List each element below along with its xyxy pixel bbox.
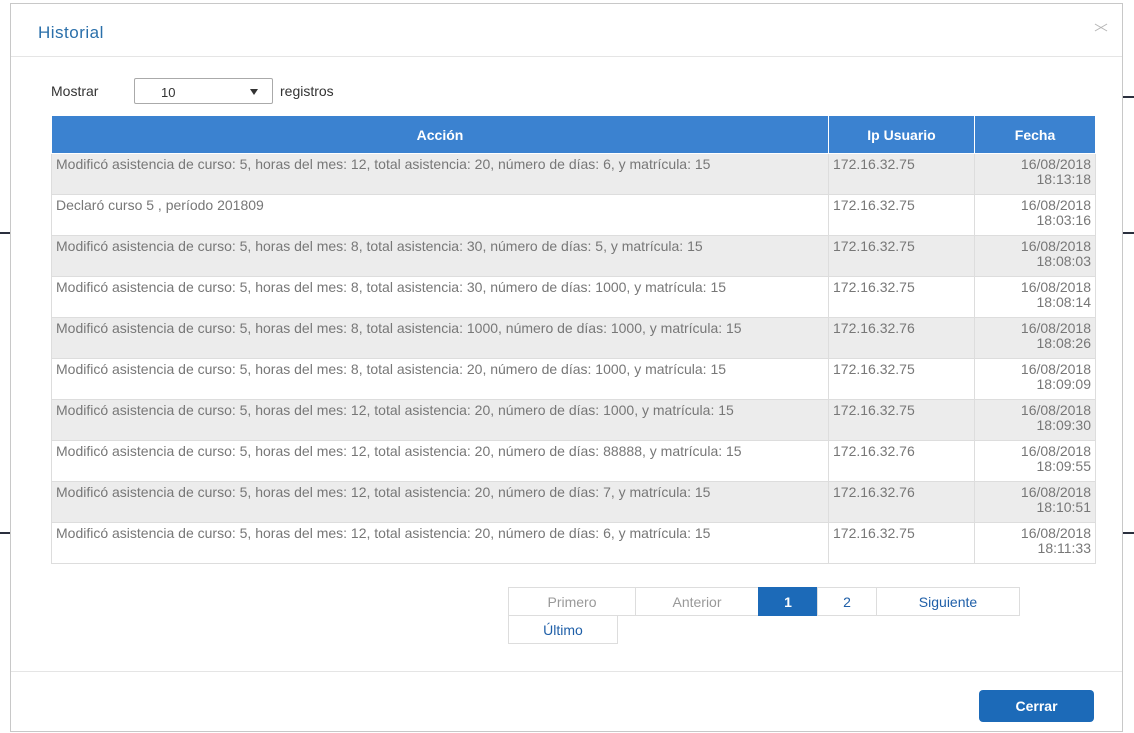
chevron-down-icon bbox=[250, 89, 258, 95]
backdrop-line bbox=[1122, 232, 1134, 234]
cell-accion: Modificó asistencia de curso: 5, horas d… bbox=[51, 522, 829, 564]
cell-fecha: 16/08/2018 18:09:09 bbox=[974, 358, 1096, 400]
cell-fecha: 16/08/2018 18:10:51 bbox=[974, 481, 1096, 523]
cell-fecha: 16/08/2018 18:09:55 bbox=[974, 440, 1096, 482]
length-prefix-label: Mostrar bbox=[51, 83, 99, 99]
close-icon[interactable] bbox=[1094, 20, 1108, 34]
table-row: Modificó asistencia de curso: 5, horas d… bbox=[51, 358, 1096, 400]
table-row: Modificó asistencia de curso: 5, horas d… bbox=[51, 317, 1096, 359]
backdrop-line bbox=[0, 232, 10, 234]
backdrop-line bbox=[1122, 532, 1134, 534]
page-2-button[interactable]: 2 bbox=[817, 587, 877, 616]
page-length-value: 10 bbox=[161, 85, 176, 100]
cell-ip: 172.16.32.75 bbox=[828, 276, 975, 318]
cell-ip: 172.16.32.76 bbox=[828, 317, 975, 359]
cell-ip: 172.16.32.76 bbox=[828, 440, 975, 482]
cell-fecha: 16/08/2018 18:08:03 bbox=[974, 235, 1096, 277]
cell-ip: 172.16.32.75 bbox=[828, 522, 975, 564]
table-row: Modificó asistencia de curso: 5, horas d… bbox=[51, 153, 1096, 195]
page-1-button[interactable]: 1 bbox=[758, 587, 818, 616]
table-header-row: Acción Ip Usuario Fecha bbox=[51, 115, 1096, 154]
cell-accion: Modificó asistencia de curso: 5, horas d… bbox=[51, 235, 829, 277]
table-row: Modificó asistencia de curso: 5, horas d… bbox=[51, 276, 1096, 318]
cell-ip: 172.16.32.76 bbox=[828, 481, 975, 523]
next-page-button[interactable]: Siguiente bbox=[876, 587, 1020, 616]
column-header-ip-usuario[interactable]: Ip Usuario bbox=[828, 115, 975, 154]
page-backdrop-right bbox=[1122, 0, 1134, 733]
modal-footer-divider bbox=[11, 671, 1122, 672]
cell-accion: Declaró curso 5 , período 201809 bbox=[51, 194, 829, 236]
cell-fecha: 16/08/2018 18:11:33 bbox=[974, 522, 1096, 564]
cell-fecha: 16/08/2018 18:09:30 bbox=[974, 399, 1096, 441]
cell-ip: 172.16.32.75 bbox=[828, 399, 975, 441]
cell-accion: Modificó asistencia de curso: 5, horas d… bbox=[51, 440, 829, 482]
historial-modal: Historial Mostrar 10 registros Acción Ip… bbox=[10, 3, 1123, 732]
cell-accion: Modificó asistencia de curso: 5, horas d… bbox=[51, 399, 829, 441]
cell-ip: 172.16.32.75 bbox=[828, 235, 975, 277]
cell-accion: Modificó asistencia de curso: 5, horas d… bbox=[51, 481, 829, 523]
column-header-fecha[interactable]: Fecha bbox=[974, 115, 1096, 154]
table-row: Modificó asistencia de curso: 5, horas d… bbox=[51, 235, 1096, 277]
table-row: Modificó asistencia de curso: 5, horas d… bbox=[51, 481, 1096, 523]
previous-page-button[interactable]: Anterior bbox=[635, 587, 759, 616]
modal-title: Historial bbox=[38, 23, 104, 42]
table-row: Declaró curso 5 , período 201809 172.16.… bbox=[51, 194, 1096, 236]
backdrop-line bbox=[1122, 96, 1134, 98]
table-row: Modificó asistencia de curso: 5, horas d… bbox=[51, 399, 1096, 441]
cell-fecha: 16/08/2018 18:08:26 bbox=[974, 317, 1096, 359]
cell-fecha: 16/08/2018 18:13:18 bbox=[974, 153, 1096, 195]
cell-ip: 172.16.32.75 bbox=[828, 153, 975, 195]
last-page-button[interactable]: Último bbox=[508, 615, 618, 644]
table-row: Modificó asistencia de curso: 5, horas d… bbox=[51, 522, 1096, 564]
table-row: Modificó asistencia de curso: 5, horas d… bbox=[51, 440, 1096, 482]
history-table: Acción Ip Usuario Fecha Modificó asisten… bbox=[51, 115, 1096, 564]
cell-fecha: 16/08/2018 18:03:16 bbox=[974, 194, 1096, 236]
cerrar-button[interactable]: Cerrar bbox=[979, 690, 1094, 722]
page-length-select[interactable]: 10 bbox=[134, 78, 273, 104]
length-suffix-label: registros bbox=[280, 83, 334, 99]
cell-accion: Modificó asistencia de curso: 5, horas d… bbox=[51, 153, 829, 195]
cell-accion: Modificó asistencia de curso: 5, horas d… bbox=[51, 276, 829, 318]
cell-ip: 172.16.32.75 bbox=[828, 358, 975, 400]
cell-accion: Modificó asistencia de curso: 5, horas d… bbox=[51, 317, 829, 359]
backdrop-line bbox=[0, 532, 10, 534]
modal-header: Historial bbox=[11, 4, 1122, 57]
cell-ip: 172.16.32.75 bbox=[828, 194, 975, 236]
column-header-accion[interactable]: Acción bbox=[51, 115, 829, 154]
cell-accion: Modificó asistencia de curso: 5, horas d… bbox=[51, 358, 829, 400]
page-backdrop-left bbox=[0, 0, 10, 733]
first-page-button[interactable]: Primero bbox=[508, 587, 636, 616]
cell-fecha: 16/08/2018 18:08:14 bbox=[974, 276, 1096, 318]
